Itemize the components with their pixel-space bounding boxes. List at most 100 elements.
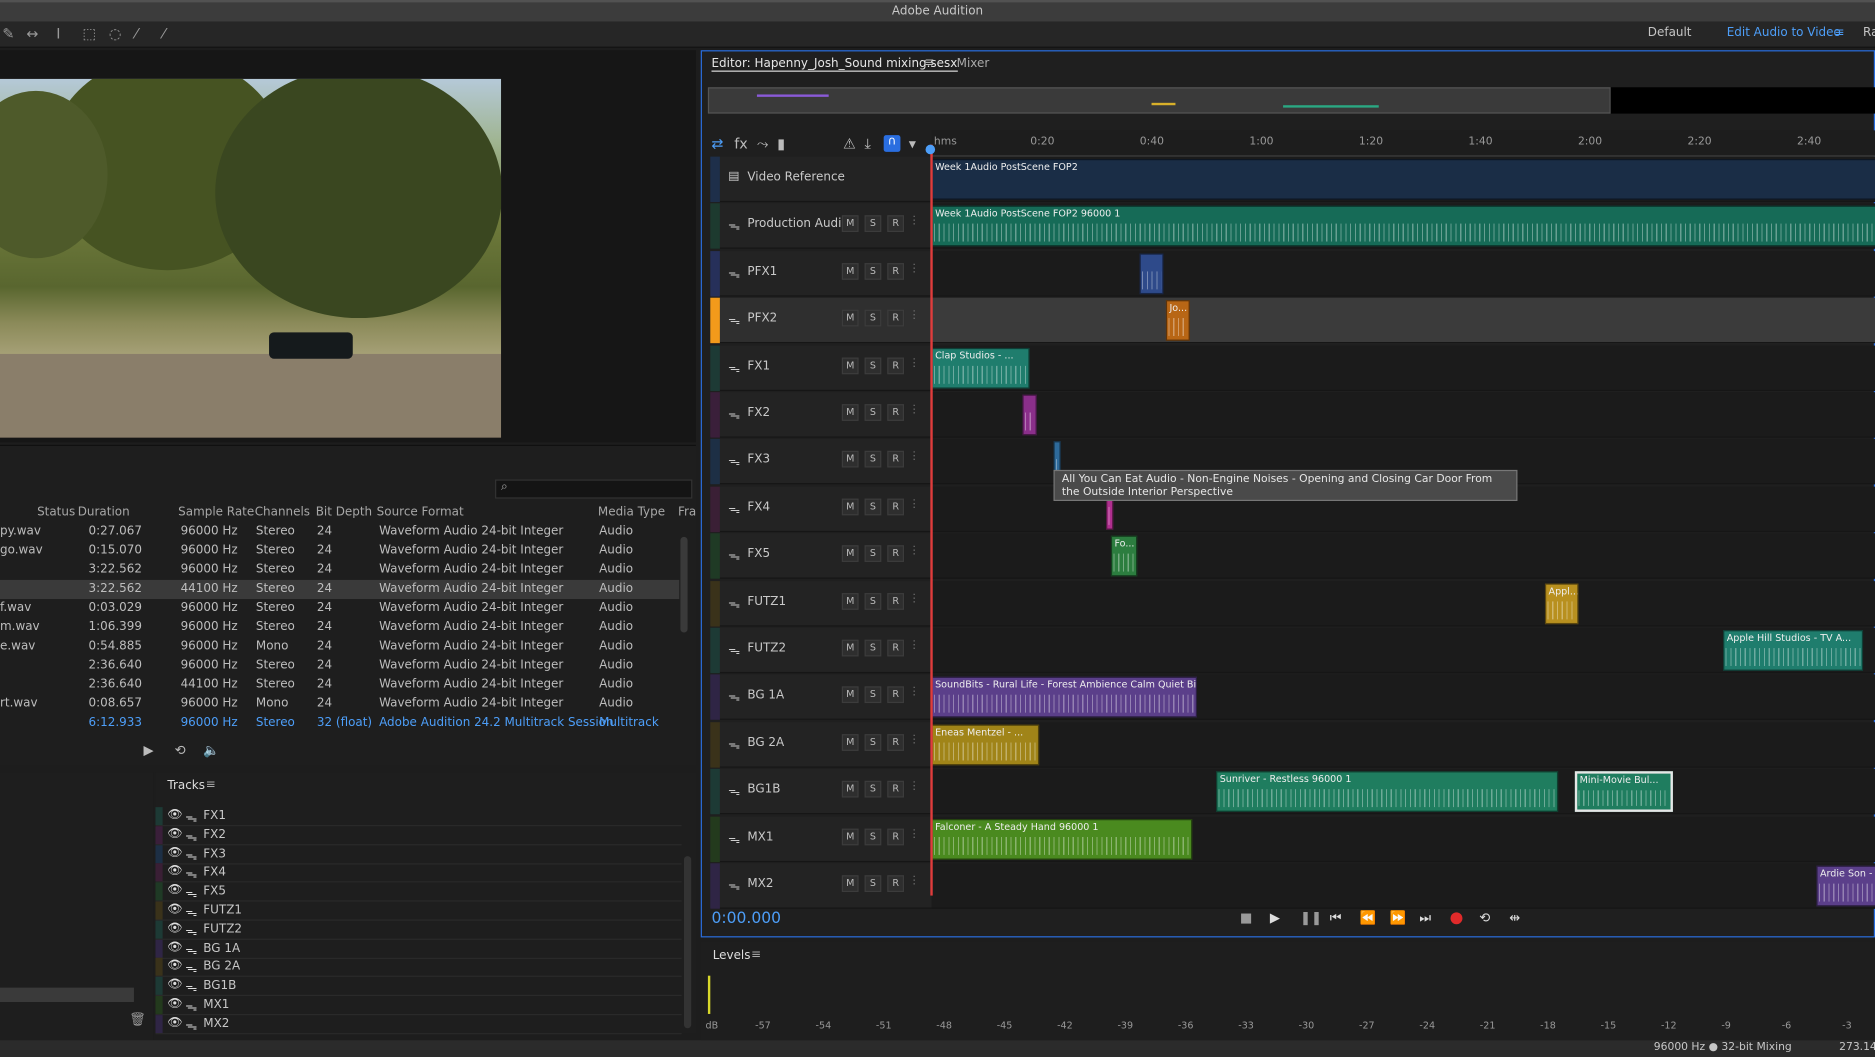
track-lane[interactable]: SoundBits - Rural Life - Forest Ambience… bbox=[931, 674, 1875, 721]
track-header[interactable]: ᯓ PFX1 M S R ⋮ bbox=[710, 250, 932, 297]
track-name[interactable]: BG 1A bbox=[747, 689, 784, 702]
playhead-handle[interactable] bbox=[925, 144, 936, 155]
workspace-overflow[interactable]: Ra bbox=[1863, 26, 1875, 39]
tracks-panel-row[interactable]: 👁 ᯓ FX4 bbox=[155, 863, 682, 883]
track-header[interactable]: ᯓ FUTZ2 M S R ⋮ bbox=[710, 627, 932, 674]
track-name[interactable]: FX2 bbox=[747, 407, 770, 420]
col-bit-depth[interactable]: Bit Depth bbox=[316, 506, 372, 519]
audio-clip[interactable]: Appl... bbox=[1544, 583, 1579, 624]
eq-icon[interactable]: ▮ bbox=[777, 135, 785, 152]
solo-button[interactable]: S bbox=[864, 451, 882, 468]
mute-button[interactable]: M bbox=[841, 451, 859, 468]
solo-button[interactable]: S bbox=[864, 733, 882, 751]
record-arm-button[interactable]: R bbox=[887, 309, 905, 327]
track-name[interactable]: MX2 bbox=[747, 878, 773, 891]
mute-button[interactable]: M bbox=[841, 828, 859, 845]
mixer-tab[interactable]: Mixer bbox=[957, 57, 990, 70]
time-ruler[interactable]: hms 0:20 0:40 1:00 1:20 1:40 2:00 2:20 2:40 bbox=[931, 130, 1875, 157]
track-name[interactable]: BG 2A bbox=[747, 736, 784, 749]
tracks-scrollbar[interactable] bbox=[683, 856, 692, 1029]
record-arm-button[interactable]: R bbox=[887, 404, 905, 421]
file-row[interactable]: py.wav 0:27.067 96000 Hz Stereo 24 Waveform A… bbox=[0, 523, 679, 542]
files-search-input[interactable]: ⌕ bbox=[495, 479, 693, 499]
tracks-panel-row[interactable]: 👁 ᯓ FX2 bbox=[155, 825, 682, 846]
fast-forward-icon[interactable]: ⏩ bbox=[1390, 910, 1406, 926]
track-name[interactable]: FX4 bbox=[747, 501, 770, 514]
brush-tool-icon[interactable]: ⁄ bbox=[135, 25, 137, 42]
record-arm-button[interactable]: R bbox=[887, 781, 905, 798]
track-name[interactable]: FX5 bbox=[747, 548, 770, 561]
col-channels[interactable]: Channels bbox=[255, 506, 310, 519]
record-arm-button[interactable]: R bbox=[887, 451, 905, 468]
marquee-tool-icon[interactable]: ⬚ bbox=[83, 25, 97, 42]
solo-button[interactable]: S bbox=[864, 828, 882, 845]
mute-button[interactable]: M bbox=[841, 498, 859, 516]
skip-selection-icon[interactable]: ⇹ bbox=[1509, 910, 1520, 926]
record-arm-button[interactable]: R bbox=[887, 545, 905, 563]
go-to-start-icon[interactable]: ⏮ bbox=[1330, 910, 1342, 927]
lasso-tool-icon[interactable]: ◌ bbox=[109, 25, 122, 42]
col-media-type[interactable]: Media Type bbox=[598, 506, 665, 519]
track-name[interactable]: PFX1 bbox=[747, 265, 777, 278]
file-row[interactable]: 2:36.640 44100 Hz Stereo 24 Waveform Audio 2… bbox=[0, 676, 679, 695]
solo-button[interactable]: S bbox=[864, 686, 882, 704]
tracks-panel-row[interactable]: 👁 ᯓ FX5 bbox=[155, 882, 682, 902]
solo-button[interactable]: S bbox=[864, 215, 882, 233]
track-lane[interactable]: Appl... bbox=[931, 580, 1875, 627]
magnet-icon[interactable]: ∩ bbox=[883, 135, 901, 152]
eye-icon[interactable]: 👁 bbox=[167, 1016, 182, 1029]
fx-icon[interactable]: fx bbox=[734, 135, 748, 152]
solo-button[interactable]: S bbox=[864, 404, 882, 421]
file-row[interactable]: 3:22.562 96000 Hz Stereo 24 Waveform Audio 2… bbox=[0, 561, 679, 580]
record-arm-button[interactable]: R bbox=[887, 498, 905, 516]
track-lane[interactable]: Fo... bbox=[931, 533, 1875, 579]
track-options-icon[interactable]: ⋮ bbox=[909, 404, 920, 416]
track-lane[interactable]: Clap Studios - ... bbox=[931, 345, 1875, 391]
files-scrollbar[interactable] bbox=[680, 536, 688, 633]
track-header[interactable]: ᯓ FX5 M S R ⋮ bbox=[710, 533, 932, 579]
track-header[interactable]: ᯓ MX2 M S R ⋮ bbox=[710, 863, 932, 909]
tracks-panel-title[interactable]: Tracks bbox=[167, 780, 205, 793]
solo-button[interactable]: S bbox=[864, 309, 882, 327]
loop-icon[interactable]: ⟲ bbox=[175, 743, 186, 759]
track-name[interactable]: Production Audio bbox=[747, 218, 848, 231]
playhead[interactable] bbox=[930, 144, 933, 896]
track-header[interactable]: ᯓ FX1 M S R ⋮ bbox=[710, 345, 932, 391]
tracks-panel-row[interactable]: 👁 ᯓ BG 1A bbox=[155, 939, 682, 959]
solo-button[interactable]: S bbox=[864, 639, 882, 657]
solo-button[interactable]: S bbox=[864, 545, 882, 563]
session-overview[interactable] bbox=[707, 87, 1611, 114]
mute-button[interactable]: M bbox=[841, 309, 859, 327]
track-header[interactable]: ᯓ BG 1A M S R ⋮ bbox=[710, 674, 932, 721]
track-lane[interactable] bbox=[931, 250, 1875, 297]
record-arm-button[interactable]: R bbox=[887, 262, 905, 280]
editor-tab-menu-icon[interactable]: ≡ bbox=[924, 56, 934, 69]
marker-icon[interactable]: ▾ bbox=[909, 135, 916, 152]
metronome-icon[interactable]: ⚠ bbox=[843, 135, 856, 152]
track-options-icon[interactable]: ⋮ bbox=[909, 357, 920, 369]
audio-clip[interactable] bbox=[1139, 253, 1164, 294]
record-arm-button[interactable]: R bbox=[887, 639, 905, 657]
time-display[interactable]: 0:00.000 bbox=[711, 910, 781, 928]
track-name[interactable]: MX1 bbox=[747, 831, 773, 844]
mute-button[interactable]: M bbox=[841, 686, 859, 704]
track-options-icon[interactable]: ⋮ bbox=[909, 545, 920, 557]
tracks-panel-row[interactable]: 👁 ᯓ FUTZ2 bbox=[155, 920, 682, 940]
record-arm-button[interactable]: R bbox=[887, 592, 905, 610]
mute-button[interactable]: M bbox=[841, 215, 859, 233]
track-options-icon[interactable]: ⋮ bbox=[909, 640, 920, 652]
track-name[interactable]: FUTZ2 bbox=[747, 642, 786, 655]
track-lane[interactable]: Week 1Audio PostScene FOP2 bbox=[931, 156, 1875, 203]
track-lane[interactable]: Sunriver - Restless 96000 1 Mini-Movie Bu… bbox=[931, 769, 1875, 815]
track-options-icon[interactable]: ⋮ bbox=[909, 828, 920, 840]
eye-icon[interactable]: 👁 bbox=[167, 827, 182, 840]
audio-clip[interactable]: Ardie Son - C bbox=[1816, 865, 1875, 907]
record-arm-button[interactable]: R bbox=[887, 357, 905, 374]
col-source-format[interactable]: Source Format bbox=[377, 506, 464, 519]
audio-clip[interactable]: Falconer - A Steady Hand 96000 1 bbox=[931, 818, 1193, 860]
workspace-menu-icon[interactable]: ≡ bbox=[1834, 26, 1844, 39]
solo-button[interactable]: S bbox=[864, 357, 882, 374]
mute-button[interactable]: M bbox=[841, 404, 859, 421]
track-options-icon[interactable]: ⋮ bbox=[909, 498, 920, 510]
track-options-icon[interactable]: ⋮ bbox=[909, 216, 920, 228]
